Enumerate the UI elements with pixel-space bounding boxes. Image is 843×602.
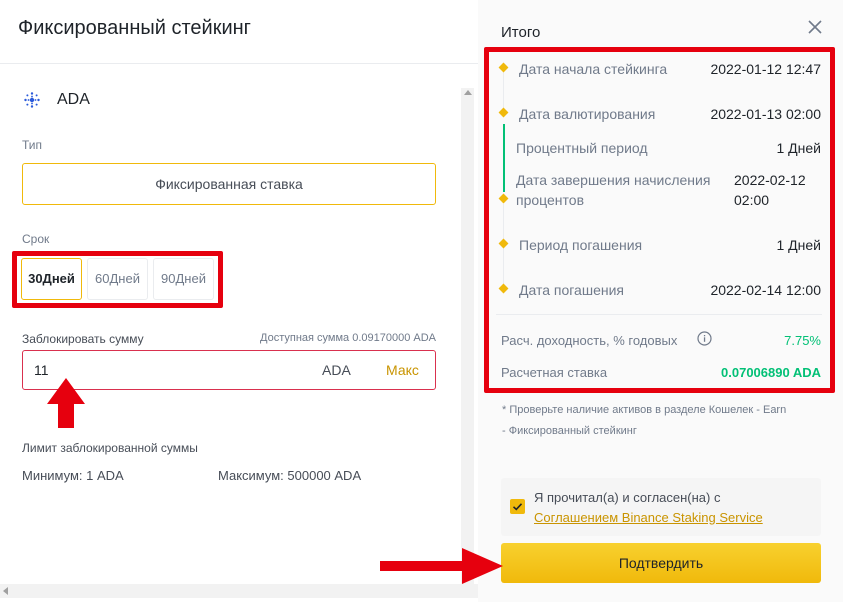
interest-end-value-line2: 02:00	[734, 192, 770, 208]
info-icon[interactable]	[697, 331, 712, 346]
redemption-period-value: 1 Дней	[776, 237, 822, 253]
interest-end-label-line1: Дата завершения начисления	[516, 172, 711, 188]
red-arrow-up-icon	[47, 378, 85, 432]
asset-name: ADA	[57, 91, 90, 108]
type-label: Тип	[22, 138, 43, 152]
term-label: Срок	[22, 232, 50, 246]
scroll-up-icon[interactable]	[463, 90, 472, 95]
note-line2: - Фиксированный стейкинг	[502, 425, 637, 437]
summary-panel: Итого Дата начала стейкинга 2022-01-12 1…	[478, 0, 843, 602]
horizontal-scrollbar[interactable]	[0, 584, 478, 598]
agreement-checkbox[interactable]	[510, 499, 525, 514]
page-title: Фиксированный стейкинг	[18, 17, 251, 39]
summary-title: Итого	[501, 24, 541, 41]
summary-divider	[496, 314, 822, 315]
redemption-period-label: Период погашения	[519, 237, 643, 253]
value-date-value: 2022-01-13 02:00	[710, 106, 821, 122]
agreement-box: Я прочитал(а) и согласен(на) с Соглашени…	[501, 478, 821, 536]
check-icon	[512, 503, 523, 511]
staking-start-value: 2022-01-12 12:47	[710, 61, 821, 77]
interest-period-value: 1 Дней	[776, 140, 822, 156]
interest-end-label-line2: процентов	[516, 192, 585, 208]
term-option-30[interactable]: 30Дней	[21, 258, 82, 300]
confirm-button[interactable]: Подтвердить	[501, 543, 821, 583]
limit-label: Лимит заблокированной суммы	[22, 441, 198, 455]
apy-label: Расч. доходность, % годовых	[501, 333, 678, 348]
type-value: Фиксированная ставка	[155, 176, 303, 192]
term-option-90[interactable]: 90Дней	[153, 258, 214, 300]
timeline-line	[503, 72, 504, 112]
redemption-date-value: 2022-02-14 12:00	[710, 282, 821, 298]
vertical-scrollbar[interactable]	[461, 88, 474, 584]
amount-unit: ADA	[322, 362, 351, 378]
term-option-60[interactable]: 60Дней	[87, 258, 148, 300]
maximum-amount: Максимум: 500000 ADA	[218, 468, 362, 483]
cardano-icon	[22, 90, 42, 110]
apy-value: 7.75%	[784, 333, 821, 348]
lock-amount-label: Заблокировать сумму	[22, 332, 144, 346]
interest-period-label: Процентный период	[516, 140, 648, 156]
redemption-date-label: Дата погашения	[519, 282, 624, 298]
staking-form-panel: Фиксированный стейкинг ADA Тип Фиксирова…	[0, 0, 478, 602]
agreement-text: Я прочитал(а) и согласен(на) с	[534, 490, 721, 505]
available-amount: Доступная сумма 0.09170000 ADA	[260, 332, 436, 344]
timeline-interest-line	[503, 124, 505, 192]
minimum-amount: Минимум: 1 ADA	[22, 468, 124, 483]
amount-value: 11	[34, 362, 49, 378]
scroll-left-icon[interactable]	[3, 587, 8, 595]
header-divider	[0, 63, 478, 64]
rate-value: 0.07006890 ADA	[721, 365, 821, 380]
interest-end-value-line1: 2022-02-12	[734, 172, 806, 188]
agreement-link[interactable]: Соглашением Binance Staking Service	[534, 510, 763, 525]
note-line1: * Проверьте наличие активов в разделе Ко…	[502, 404, 787, 416]
red-arrow-right-icon	[380, 546, 503, 586]
close-icon[interactable]	[806, 18, 824, 36]
staking-start-label: Дата начала стейкинга	[519, 61, 668, 77]
value-date-label: Дата валютирования	[519, 106, 656, 122]
rate-label: Расчетная ставка	[501, 365, 608, 380]
max-button[interactable]: Макс	[386, 362, 419, 378]
type-select[interactable]: Фиксированная ставка	[22, 163, 436, 205]
